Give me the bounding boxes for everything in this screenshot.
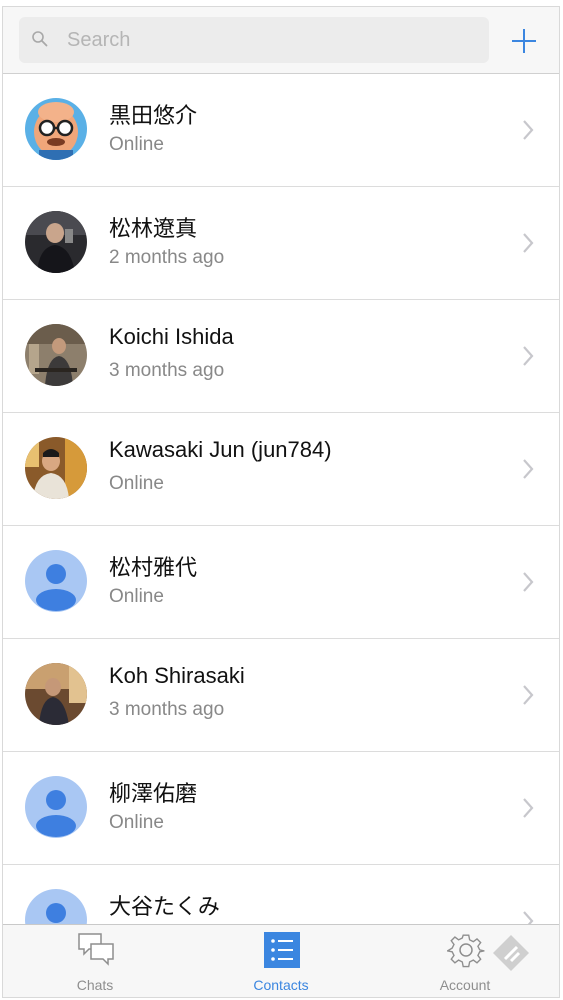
tab-label: Chats bbox=[76, 977, 114, 993]
chevron-right-icon bbox=[523, 572, 534, 592]
search-placeholder: Search bbox=[67, 29, 131, 51]
chevron-right-icon bbox=[523, 120, 534, 140]
avatar-photo bbox=[25, 211, 87, 273]
contact-status: Online bbox=[109, 134, 164, 155]
contact-row[interactable]: Kawasaki Jun (jun784) Online bbox=[3, 413, 559, 526]
avatar-photo bbox=[25, 324, 87, 386]
tab-label: Account bbox=[439, 977, 491, 993]
avatar-photo bbox=[25, 663, 87, 725]
avatar-photo bbox=[25, 437, 87, 499]
gear-icon bbox=[447, 934, 485, 968]
search-input[interactable]: Search bbox=[19, 17, 489, 63]
feedback-badge-icon[interactable] bbox=[491, 933, 531, 973]
chat-bubbles-icon bbox=[78, 933, 114, 966]
contact-name: 松村雅代 bbox=[109, 555, 198, 580]
contact-row[interactable]: 黒田悠介 Online bbox=[3, 74, 559, 187]
contact-name: 黒田悠介 bbox=[109, 103, 198, 128]
avatar-default bbox=[25, 550, 87, 612]
search-icon bbox=[32, 31, 48, 47]
contact-status: Online bbox=[109, 812, 164, 833]
contact-name: 柳澤佑磨 bbox=[109, 781, 198, 806]
contact-row[interactable]: Koichi Ishida 3 months ago bbox=[3, 300, 559, 413]
contact-status: 2 months ago bbox=[109, 247, 225, 268]
contact-row[interactable]: Koh Shirasaki 3 months ago bbox=[3, 639, 559, 752]
chevron-right-icon bbox=[523, 685, 534, 705]
contact-row[interactable]: 松村雅代 Online bbox=[3, 526, 559, 639]
contact-name: Kawasaki Jun (jun784) bbox=[109, 437, 332, 462]
chevron-right-icon bbox=[523, 798, 534, 818]
app-frame: Search 黒田悠介 Online 松林遼真 2 months ago Koi… bbox=[2, 6, 560, 998]
search-header: Search bbox=[3, 7, 559, 74]
tab-contacts[interactable]: Contacts bbox=[221, 925, 341, 997]
add-contact-button[interactable] bbox=[508, 25, 540, 57]
chevron-right-icon bbox=[523, 346, 534, 366]
contact-status: Online bbox=[109, 586, 164, 607]
contact-name: 松林遼真 bbox=[109, 216, 198, 241]
chevron-right-icon bbox=[523, 459, 534, 479]
avatar-cartoon bbox=[25, 98, 87, 160]
contact-row[interactable]: 松林遼真 2 months ago bbox=[3, 187, 559, 300]
tab-bar: Chats Contacts Account bbox=[3, 924, 559, 997]
contact-row[interactable]: 柳澤佑磨 Online bbox=[3, 752, 559, 865]
contact-status: 3 months ago bbox=[109, 360, 225, 381]
contact-name: Koichi Ishida bbox=[109, 324, 234, 349]
contact-name: Koh Shirasaki bbox=[109, 663, 245, 688]
contact-status: 3 months ago bbox=[109, 699, 225, 720]
contacts-list: 黒田悠介 Online 松林遼真 2 months ago Koichi Ish… bbox=[3, 74, 559, 978]
tab-chats[interactable]: Chats bbox=[35, 925, 155, 997]
contact-name: 大谷たくみ bbox=[109, 894, 220, 919]
chevron-right-icon bbox=[523, 233, 534, 253]
tab-label: Contacts bbox=[253, 977, 309, 993]
contacts-list-icon bbox=[264, 932, 300, 968]
contact-status: Online bbox=[109, 473, 164, 494]
avatar-default bbox=[25, 776, 87, 838]
